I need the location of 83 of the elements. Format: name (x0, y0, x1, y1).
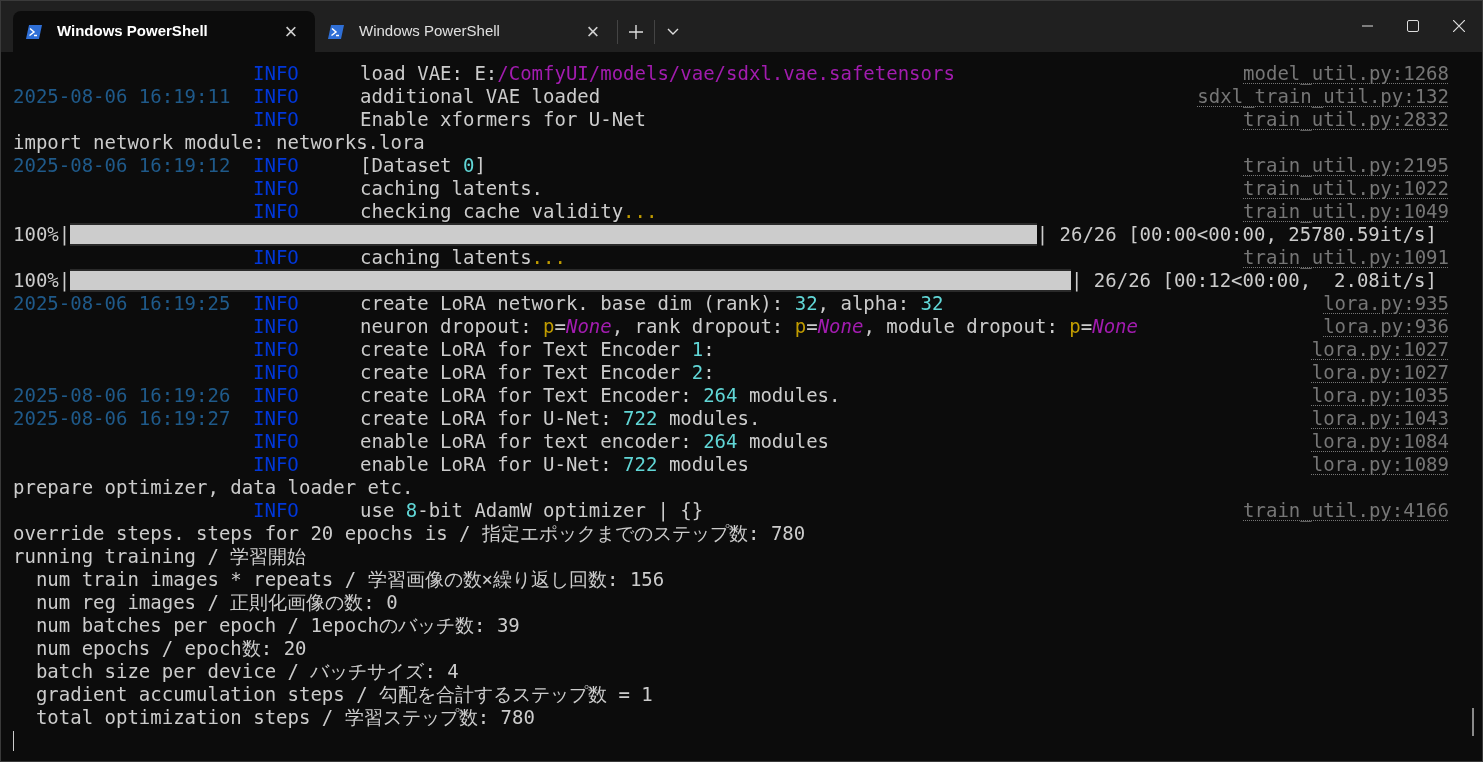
close-icon (1453, 20, 1465, 32)
log-message: neuron dropout: p=None, rank dropout: p=None, module dropout: p=None (360, 315, 1138, 337)
powershell-icon (25, 23, 43, 40)
output-line: num train images * repeats / 学習画像の数×繰り返し回数: 156 (34, 568, 665, 591)
chevron-down-icon (667, 27, 679, 36)
log-message: enable LoRA for U-Net: 722 modules (360, 453, 749, 475)
log-level: INFO (253, 154, 299, 176)
output-line: prepare optimizer, data loader etc. (13, 476, 414, 499)
log-level: INFO (253, 407, 299, 429)
log-timestamp: 2025-08-06 16:19:26 (13, 384, 231, 406)
source-location: model_util.py:1268 (1243, 62, 1449, 85)
output-line: total optimization steps / 学習ステップ数: 780 (34, 706, 535, 729)
log-message: caching latents... (360, 246, 566, 268)
log-level: INFO (253, 384, 299, 406)
source-location: sdxl_train_util.py:132 (1197, 85, 1449, 108)
maximize-icon (1407, 20, 1419, 32)
progress-stats: | 26/26 [00:00<00:00, 25780.59it/s] (1036, 223, 1437, 246)
log-level: INFO (253, 62, 299, 84)
source-location: lora.py:935 (1323, 292, 1449, 315)
log-level: INFO (253, 361, 299, 383)
log-message: use 8-bit AdamW optimizer | {} (360, 499, 704, 521)
source-location: train_util.py:4166 (1243, 499, 1449, 522)
close-tab-button[interactable]: × (279, 20, 303, 43)
source-location: lora.py:1035 (1311, 384, 1449, 407)
source-location: train_util.py:2195 (1243, 154, 1449, 177)
source-location: lora.py:1043 (1311, 407, 1449, 430)
output-line: running training / 学習開始 (13, 545, 307, 568)
output-line: num epochs / epoch数: 20 (34, 637, 307, 660)
output-line: override steps. steps for 20 epochs is / 指定エポックまでのステップ数: 780 (13, 522, 806, 545)
scrollbar-thumb (1472, 708, 1474, 736)
log-timestamp: 2025-08-06 16:19:11 (13, 85, 231, 107)
log-level: INFO (253, 108, 299, 130)
source-location: train_util.py:1091 (1243, 246, 1449, 269)
source-location: train_util.py:1049 (1243, 200, 1449, 223)
log-message: create LoRA for Text Encoder 2: (360, 361, 715, 383)
source-location: lora.py:1027 (1311, 338, 1449, 361)
source-location: train_util.py:1022 (1243, 177, 1449, 200)
progress-percent: 100%| (13, 223, 71, 246)
source-location: lora.py:936 (1323, 315, 1449, 338)
log-level: INFO (253, 315, 299, 337)
tab[interactable]: Windows PowerShell × (315, 11, 617, 52)
log-level: INFO (253, 453, 299, 475)
output-line: gradient accumulation steps / 勾配を合計するステップ数 = 1 (34, 683, 653, 706)
source-location: lora.py:1089 (1311, 453, 1449, 476)
log-level: INFO (253, 246, 299, 268)
log-message: additional VAE loaded (360, 85, 601, 107)
text-cursor (13, 730, 14, 751)
output-line: import network module: networks.lora (13, 131, 425, 154)
progress-stats: | 26/26 [00:12<00:00, 2.08it/s] (1070, 269, 1437, 292)
tab-title: Windows PowerShell (359, 21, 501, 42)
log-message: load VAE: E:/ComfyUI/models/vae/sdxl.vae.safetensors (360, 62, 955, 84)
output-line: num reg images / 正則化画像の数: 0 (34, 591, 398, 614)
plus-icon (629, 24, 643, 39)
close-tab-button[interactable]: × (581, 20, 605, 43)
log-timestamp: 2025-08-06 16:19:12 (13, 154, 231, 176)
log-message: enable LoRA for text encoder: 264 modules (360, 430, 829, 452)
log-message: Enable xformers for U-Net (360, 108, 646, 130)
tab[interactable]: Windows PowerShell × (13, 11, 315, 52)
log-message: [Dataset 0] (360, 154, 486, 176)
log-timestamp: 2025-08-06 16:19:27 (13, 407, 231, 429)
log-message: create LoRA network. base dim (rank): 32, alpha: 32 (360, 292, 944, 314)
log-level: INFO (253, 200, 299, 222)
log-level: INFO (253, 338, 299, 360)
log-level: INFO (253, 177, 299, 199)
log-level: INFO (253, 499, 299, 521)
log-timestamp: 2025-08-06 16:19:25 (13, 292, 231, 314)
log-message: create LoRA for Text Encoder: 264 modules. (360, 384, 841, 406)
log-message: caching latents. (360, 177, 544, 199)
log-message: create LoRA for Text Encoder 1: (360, 338, 715, 360)
source-location: train_util.py:2832 (1243, 108, 1449, 131)
progress-percent: 100%| (13, 269, 71, 292)
log-message: checking cache validity... (360, 200, 658, 222)
log-level: INFO (253, 430, 299, 452)
log-message: create LoRA for U-Net: 722 modules. (360, 407, 761, 429)
log-level: INFO (253, 292, 299, 314)
log-level: INFO (253, 85, 299, 107)
powershell-icon (327, 23, 345, 40)
output-line: num batches per epoch / 1epochのバッチ数: 39 (34, 614, 520, 637)
output-line: batch size per device / バッチサイズ: 4 (34, 660, 459, 683)
source-location: lora.py:1084 (1311, 430, 1449, 453)
tab-title: Windows PowerShell (57, 21, 209, 42)
source-location: lora.py:1027 (1311, 361, 1449, 384)
minimize-icon (1361, 25, 1373, 27)
